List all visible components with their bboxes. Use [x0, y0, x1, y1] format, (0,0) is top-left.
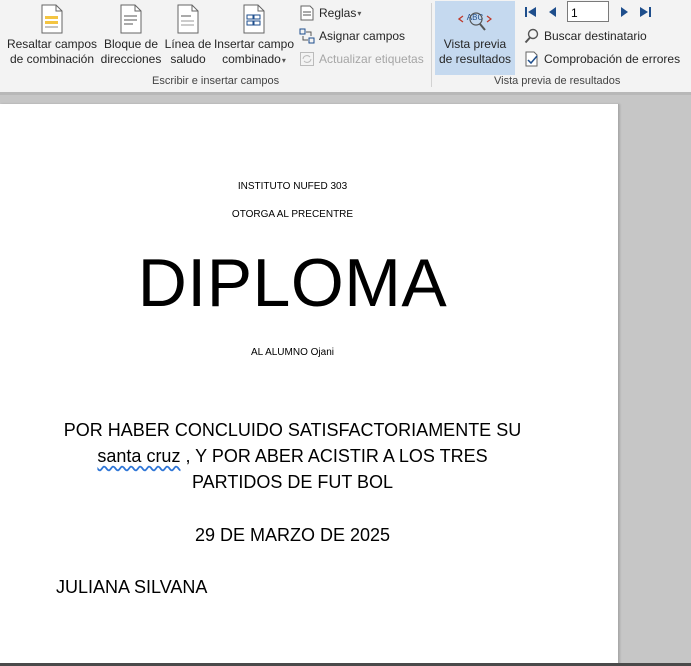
address-label-1: Bloque de	[103, 37, 159, 51]
body-line-3: PARTIDOS DE FUT BOL	[191, 472, 394, 492]
find-recipient-button[interactable]: Buscar destinatario	[523, 26, 647, 46]
greeting-line-icon	[176, 2, 200, 34]
merge-field-value: santa cruz	[97, 446, 181, 466]
greeting-label-1: Línea de	[164, 37, 212, 51]
insert-field-icon	[242, 2, 266, 34]
insert-field-label-2: combinado▾	[222, 52, 286, 66]
chevron-down-icon: ▾	[281, 56, 286, 65]
vertical-scrollbar[interactable]	[671, 104, 691, 666]
preview-results-button[interactable]: ABC Vista previa de resultados	[436, 2, 514, 72]
update-labels-button[interactable]: Actualizar etiquetas	[298, 49, 424, 69]
last-record-icon	[640, 7, 651, 17]
institute-name: INSTITUTO NUFED 303	[237, 181, 348, 192]
match-fields-label: Asignar campos	[319, 29, 406, 43]
previous-record-button[interactable]	[546, 5, 560, 19]
record-number-input[interactable]	[567, 1, 609, 22]
insert-field-label-1: Insertar campo	[213, 37, 295, 51]
student-prefix: AL ALUMNO	[250, 347, 311, 358]
highlight-label-2: de combinación	[9, 52, 95, 66]
last-record-button[interactable]	[638, 5, 652, 19]
match-fields-button[interactable]: Asignar campos	[298, 26, 405, 46]
svg-text:ABC: ABC	[467, 13, 484, 22]
signer-name: JULIANA SILVANA	[56, 577, 208, 597]
body-line-1: POR HABER CONCLUIDO SATISFACTORIAMENTE S…	[63, 420, 522, 440]
check-errors-label: Comprobación de errores	[544, 52, 681, 66]
document-highlight-icon	[40, 2, 64, 34]
update-labels-label: Actualizar etiquetas	[319, 52, 424, 66]
preview-group-label: Vista previa de resultados	[494, 75, 621, 87]
check-errors-button[interactable]: Comprobación de errores	[523, 49, 680, 69]
preview-abc-icon: ABC	[458, 2, 492, 34]
student-line: AL ALUMNO Ojani	[0, 347, 585, 358]
preview-label-1: Vista previa	[443, 37, 507, 51]
greeting-line-button[interactable]: Línea de saludo	[163, 2, 213, 72]
ribbon-shadow	[0, 92, 691, 95]
previous-record-icon	[549, 7, 556, 17]
match-fields-icon	[298, 27, 316, 45]
body-line-2: santa cruz , Y POR ABER ACISTIR A LOS TR…	[0, 446, 585, 467]
date-text: 29 DE MARZO DE 2025	[194, 525, 391, 545]
grants-text: OTORGA AL PRECENTRE	[231, 209, 354, 220]
search-icon	[523, 27, 541, 45]
update-labels-icon	[298, 50, 316, 68]
document-page[interactable]: INSTITUTO NUFED 303 OTORGA AL PRECENTRE …	[0, 104, 619, 666]
address-block-icon	[119, 2, 143, 34]
first-record-button[interactable]	[524, 5, 538, 19]
rules-label: Reglas	[319, 6, 357, 20]
ribbon: Resaltar campos de combinación Bloque de…	[0, 0, 691, 93]
preview-label-2: de resultados	[438, 52, 512, 66]
highlight-merge-fields-button[interactable]: Resaltar campos de combinación	[6, 2, 98, 72]
address-block-button[interactable]: Bloque de direcciones	[100, 2, 162, 72]
address-label-2: direcciones	[100, 52, 162, 66]
next-record-button[interactable]	[617, 5, 631, 19]
student-name-field: Ojani	[310, 347, 334, 358]
greeting-label-2: saludo	[170, 52, 206, 66]
group-divider	[431, 3, 432, 87]
body-line-2-rest: , Y POR ABER ACISTIR A LOS TRES	[180, 446, 488, 466]
find-recipient-label: Buscar destinatario	[544, 29, 647, 43]
rules-button[interactable]: Reglas ▾	[298, 3, 361, 23]
insert-merge-field-button[interactable]: Insertar campo combinado▾	[213, 2, 295, 72]
next-record-icon	[621, 7, 628, 17]
first-record-icon	[525, 7, 536, 17]
highlight-label-1: Resaltar campos	[6, 37, 98, 51]
chevron-down-icon: ▾	[357, 8, 362, 18]
check-errors-icon	[523, 50, 541, 68]
diploma-title: DIPLOMA	[137, 245, 448, 321]
write-insert-group-label: Escribir e insertar campos	[152, 75, 280, 87]
rules-icon	[298, 4, 316, 22]
